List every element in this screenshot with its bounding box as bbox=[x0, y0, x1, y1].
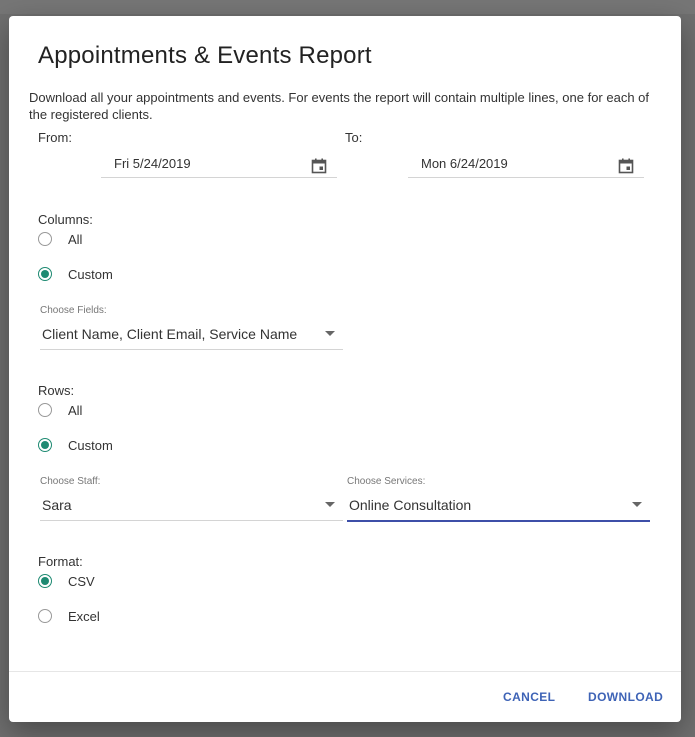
from-label: From: bbox=[38, 130, 72, 145]
backdrop bbox=[0, 0, 695, 14]
columns-custom-radio[interactable] bbox=[38, 267, 52, 281]
columns-all-radio[interactable] bbox=[38, 232, 52, 246]
columns-all-label: All bbox=[68, 232, 83, 247]
choose-fields-select[interactable]: Client Name, Client Email, Service Name bbox=[40, 319, 343, 350]
rows-custom-label: Custom bbox=[68, 438, 113, 453]
rows-all-label: All bbox=[68, 403, 83, 418]
choose-staff-select[interactable]: Sara bbox=[40, 490, 343, 521]
choose-fields-label: Choose Fields: bbox=[40, 305, 107, 316]
dialog-title: Appointments & Events Report bbox=[38, 42, 372, 69]
from-date-value: Fri 5/24/2019 bbox=[114, 156, 191, 171]
download-button[interactable]: DOWNLOAD bbox=[588, 690, 663, 704]
choose-services-value: Online Consultation bbox=[349, 497, 472, 513]
rows-all-radio[interactable] bbox=[38, 403, 52, 417]
to-date-field[interactable]: Mon 6/24/2019 bbox=[408, 149, 644, 178]
report-dialog: Appointments & Events Report Download al… bbox=[9, 16, 681, 722]
format-excel-radio[interactable] bbox=[38, 609, 52, 623]
dropdown-caret-icon bbox=[632, 502, 642, 507]
choose-fields-value: Client Name, Client Email, Service Name bbox=[42, 326, 298, 342]
footer-divider bbox=[9, 671, 681, 672]
dialog-description: Download all your appointments and event… bbox=[29, 90, 650, 122]
choose-services-select[interactable]: Online Consultation bbox=[347, 490, 650, 522]
format-csv-label: CSV bbox=[68, 574, 95, 589]
choose-staff-value: Sara bbox=[42, 497, 72, 513]
dropdown-caret-icon bbox=[325, 331, 335, 336]
rows-label: Rows: bbox=[38, 383, 75, 398]
choose-services-label: Choose Services: bbox=[347, 476, 426, 487]
rows-custom-radio[interactable] bbox=[38, 438, 52, 452]
calendar-icon[interactable] bbox=[311, 158, 327, 174]
calendar-icon[interactable] bbox=[618, 158, 634, 174]
format-excel-label: Excel bbox=[68, 609, 100, 624]
format-label: Format: bbox=[38, 554, 83, 569]
dropdown-caret-icon bbox=[325, 502, 335, 507]
to-label: To: bbox=[345, 130, 363, 145]
columns-label: Columns: bbox=[38, 212, 93, 227]
format-csv-radio[interactable] bbox=[38, 574, 52, 588]
choose-staff-label: Choose Staff: bbox=[40, 476, 101, 487]
from-date-field[interactable]: Fri 5/24/2019 bbox=[101, 149, 337, 178]
cancel-button[interactable]: CANCEL bbox=[503, 690, 555, 704]
to-date-value: Mon 6/24/2019 bbox=[421, 156, 508, 171]
columns-custom-label: Custom bbox=[68, 267, 113, 282]
